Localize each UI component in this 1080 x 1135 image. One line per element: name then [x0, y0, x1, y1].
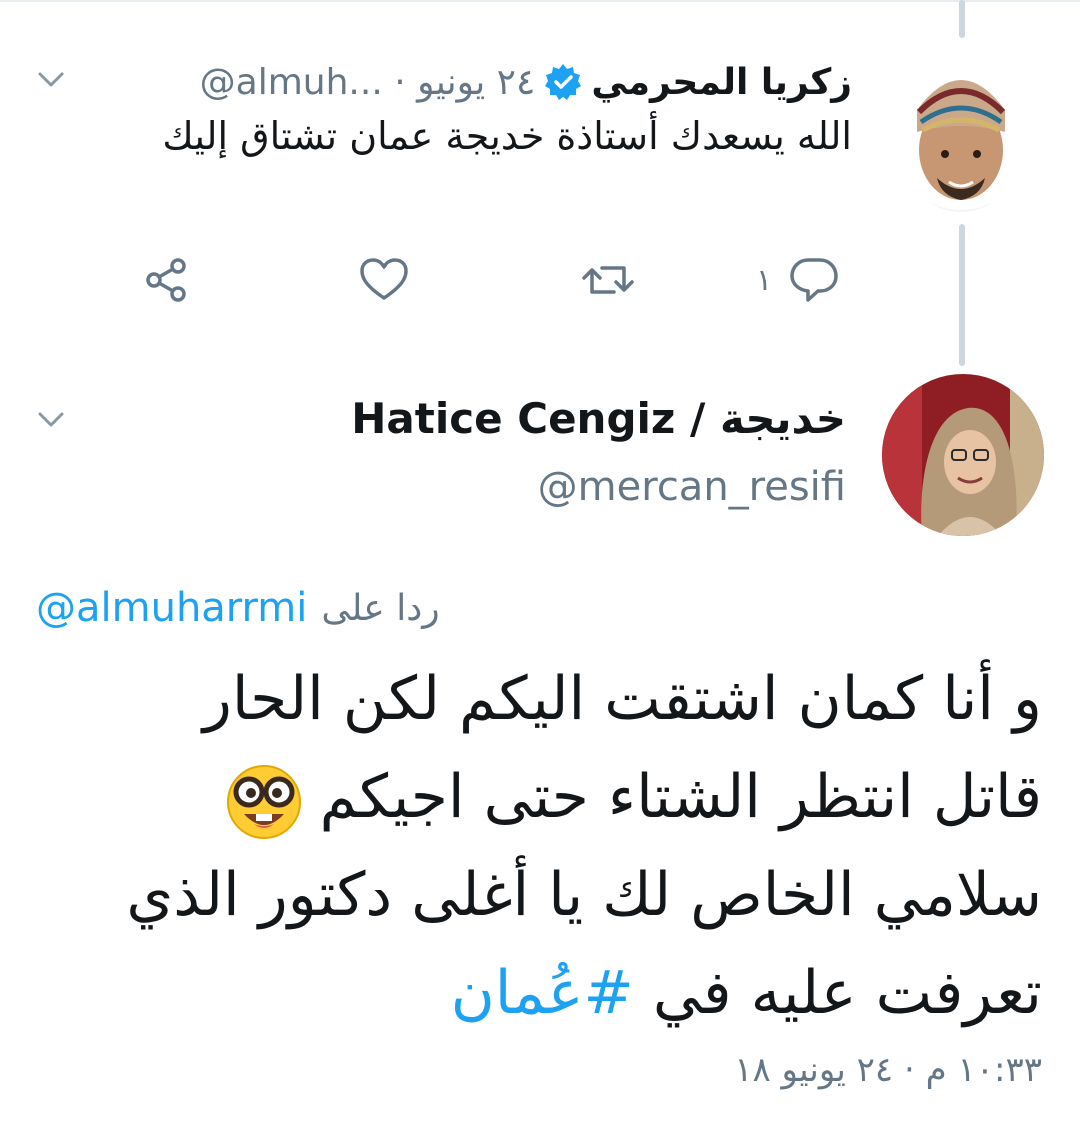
tweet-thread: زكريا المحرمي @almuh... · ٢٤ يونيو الله … — [0, 0, 1080, 1135]
heart-icon — [360, 258, 408, 300]
tweet-text-line: تعرفت عليه في — [652, 958, 1042, 1028]
avatar-woman-hijab-icon — [882, 374, 1044, 536]
main-avatar[interactable] — [882, 374, 1044, 536]
replying-to: @almuharrmi ردا على — [36, 580, 440, 636]
chevron-down-icon[interactable] — [34, 62, 68, 96]
parent-display-name[interactable]: زكريا المحرمي — [591, 62, 852, 103]
main-tweet-text: و أنا كمان اشتقت اليكم لكن الحار قاتل ان… — [32, 650, 1042, 1042]
verified-badge-icon — [545, 64, 582, 100]
retweet-button[interactable] — [580, 252, 636, 308]
tweet-text-line: سلامي الخاص لك يا أغلى دكتور الذي — [126, 860, 1042, 930]
tweet-timestamp[interactable]: ١٠:٣٣ م · ٢٤ يونيو ١٨ — [734, 1050, 1042, 1090]
tweet-text-line-with-emoji: قاتل انتظر الشتاء حتى اجيكم — [32, 748, 1042, 846]
like-button[interactable] — [356, 252, 412, 308]
retweet-icon — [582, 266, 634, 294]
reply-button[interactable]: ١ — [756, 252, 842, 308]
main-display-name[interactable]: Hatice Cengiz / خديجة — [351, 394, 846, 443]
parent-handle-date: @almuh... · ٢٤ يونيو — [199, 61, 536, 103]
hashtag-link[interactable]: #عُمان — [451, 958, 634, 1028]
thread-connector-top — [959, 0, 965, 38]
reply-count: ١ — [756, 262, 773, 298]
tweet-text-line-with-hashtag: تعرفت عليه في #عُمان — [32, 944, 1042, 1042]
share-button[interactable] — [140, 252, 192, 308]
parent-tweet-text: الله يسعدك أستاذة خديجة عمان تشتاق إليك — [162, 114, 852, 158]
chevron-down-icon[interactable] — [34, 402, 68, 436]
tweet-actions: ١ — [0, 252, 1080, 308]
reply-icon — [790, 258, 838, 302]
main-handle[interactable]: @mercan_resifi — [538, 464, 846, 510]
tweet-text-line: قاتل انتظر الشتاء حتى اجيكم — [319, 762, 1042, 832]
reply-to-label: ردا على — [321, 587, 440, 629]
parent-avatar[interactable] — [905, 50, 1017, 212]
top-divider — [0, 0, 1080, 2]
avatar-man-turban-icon — [905, 50, 1017, 212]
parent-tweet-header: زكريا المحرمي @almuh... · ٢٤ يونيو — [200, 52, 852, 112]
share-icon — [146, 258, 186, 302]
tweet-text-line: و أنا كمان اشتقت اليكم لكن الحار — [202, 664, 1042, 734]
nerd-face-emoji-icon — [226, 765, 301, 840]
reply-to-handle-link[interactable]: @almuharrmi — [36, 585, 307, 631]
